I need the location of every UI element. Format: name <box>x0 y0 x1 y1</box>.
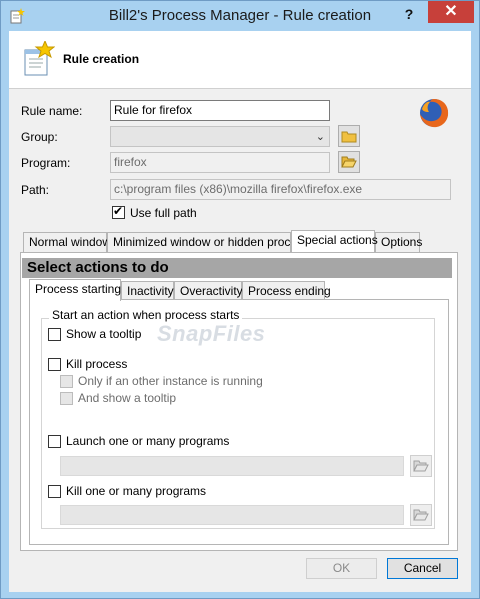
launch-programs-label: Launch one or many programs <box>66 434 230 448</box>
firefox-logo-icon <box>418 97 450 129</box>
open-folder-icon <box>341 156 357 168</box>
kill-programs-label: Kill one or many programs <box>66 484 207 498</box>
header-title: Rule creation <box>63 52 140 66</box>
tab-minimized-window[interactable]: Minimized window or hidden process <box>107 232 309 252</box>
rule-name-input[interactable]: Rule for firefox <box>110 100 330 121</box>
subtab-overactivity[interactable]: Overactivity <box>174 281 243 301</box>
subtab-process-ending[interactable]: Process ending <box>242 281 331 301</box>
kill-process-label: Kill process <box>66 357 128 371</box>
section-title: Select actions to do <box>22 258 452 278</box>
rule-notepad-star-icon <box>21 39 56 77</box>
cancel-button[interactable]: Cancel <box>387 558 458 579</box>
chevron-down-icon: ⌄ <box>315 131 325 143</box>
launch-programs-browse-button[interactable] <box>410 455 432 477</box>
program-browse-button[interactable] <box>338 151 360 173</box>
and-show-tooltip-label: And show a tooltip <box>78 391 177 405</box>
only-if-other-instance-checkbox[interactable] <box>60 375 73 388</box>
title-bar[interactable]: Bill2's Process Manager - Rule creation … <box>1 1 479 31</box>
use-full-path-label: Use full path <box>130 206 197 220</box>
path-input[interactable]: c:\program files (x86)\mozilla firefox\f… <box>110 179 451 200</box>
program-input[interactable]: firefox <box>110 152 330 173</box>
kill-programs-browse-button[interactable] <box>410 504 432 526</box>
group-combobox[interactable]: ⌄ <box>110 126 330 147</box>
show-tooltip-checkbox[interactable] <box>48 328 61 341</box>
and-show-tooltip-checkbox[interactable] <box>60 392 73 405</box>
dialog-client: Rule creation Rule name: Rule for firefo… <box>9 31 471 592</box>
path-label: Path: <box>21 183 50 197</box>
kill-programs-checkbox[interactable] <box>48 485 61 498</box>
open-folder-icon <box>413 460 429 472</box>
launch-programs-checkbox[interactable] <box>48 435 61 448</box>
app-window: Bill2's Process Manager - Rule creation … <box>0 0 480 599</box>
subtab-inactivity[interactable]: Inactivity <box>121 281 174 301</box>
header-band: Rule creation <box>9 31 471 89</box>
program-label: Program: <box>21 156 71 170</box>
group-folder-button[interactable] <box>338 125 360 147</box>
kill-process-checkbox[interactable] <box>48 358 61 371</box>
subtab-process-starting[interactable]: Process starting <box>29 279 121 301</box>
ok-button[interactable]: OK <box>306 558 377 579</box>
folder-icon <box>341 131 357 143</box>
group-label: Group: <box>21 130 58 144</box>
snapfiles-watermark: SnapFiles <box>157 321 266 346</box>
close-button[interactable]: ✕ <box>428 1 474 23</box>
group-legend: Start an action when process starts <box>49 308 243 322</box>
open-folder-icon <box>413 509 429 521</box>
help-button[interactable]: ? <box>396 3 422 25</box>
kill-programs-field[interactable] <box>60 505 404 525</box>
use-full-path-checkbox[interactable] <box>112 204 125 219</box>
tab-normal-window[interactable]: Normal window <box>23 232 111 252</box>
show-tooltip-label: Show a tooltip <box>66 327 142 341</box>
tab-special-actions[interactable]: Special actions <box>291 230 378 252</box>
rule-name-label: Rule name: <box>21 104 83 118</box>
only-if-other-instance-label: Only if an other instance is running <box>78 374 263 388</box>
tab-options[interactable]: Options <box>375 232 422 252</box>
launch-programs-field[interactable] <box>60 456 404 476</box>
